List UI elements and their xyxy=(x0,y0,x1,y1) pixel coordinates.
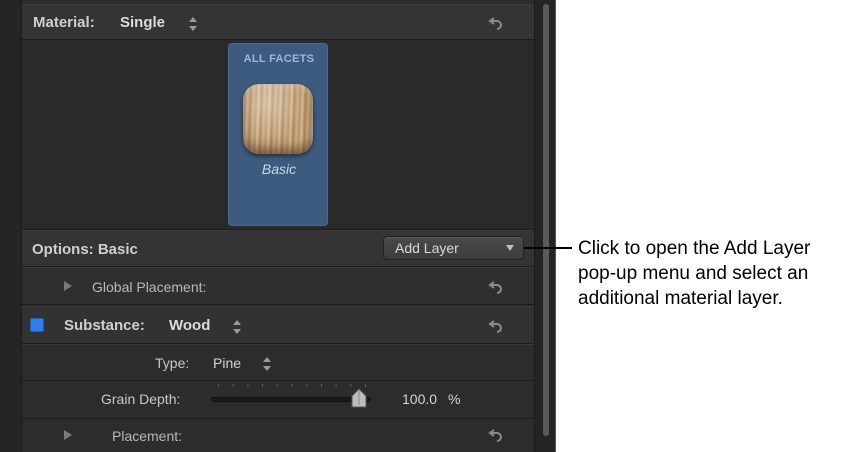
material-stepper-icon[interactable] xyxy=(188,16,198,32)
type-row: Type: Pine xyxy=(22,344,534,381)
slider-thumb[interactable] xyxy=(351,388,367,408)
popup-arrow-icon xyxy=(506,245,514,251)
substance-label: Substance: xyxy=(64,317,145,334)
add-layer-label: Add Layer xyxy=(395,240,459,256)
scrollbar-thumb[interactable] xyxy=(543,4,549,436)
slider-ticks xyxy=(218,384,366,387)
placement-row[interactable]: Placement: xyxy=(22,419,534,452)
substance-row: Substance: Wood xyxy=(22,306,534,344)
callout-line xyxy=(524,247,572,249)
type-popup[interactable]: Pine xyxy=(213,355,241,371)
disclosure-triangle-icon[interactable] xyxy=(64,430,72,440)
scrollbar[interactable] xyxy=(541,0,551,440)
callout-text: Click to open the Add Layer pop-up menu … xyxy=(578,238,811,309)
global-placement-row[interactable]: Global Placement: xyxy=(22,267,534,305)
reset-icon[interactable] xyxy=(488,280,504,294)
global-placement-label: Global Placement: xyxy=(92,279,207,295)
facet-material-name: Basic xyxy=(261,161,297,177)
options-label: Options: Basic xyxy=(32,241,138,258)
add-layer-popup[interactable]: Add Layer xyxy=(383,236,524,260)
material-row: Material: Single xyxy=(22,4,534,40)
reset-icon[interactable] xyxy=(488,319,504,333)
type-stepper-icon[interactable] xyxy=(262,356,272,372)
grain-depth-slider[interactable] xyxy=(211,397,371,402)
inspector-panel: Material: Single ALL FACETS Basic Option… xyxy=(0,0,556,452)
material-popup[interactable]: Single xyxy=(120,14,165,31)
reset-icon[interactable] xyxy=(488,16,504,30)
grain-depth-label: Grain Depth: xyxy=(101,391,181,407)
reset-icon[interactable] xyxy=(488,428,504,442)
substance-popup[interactable]: Wood xyxy=(169,317,210,334)
type-label: Type: xyxy=(155,355,190,371)
material-label: Material: xyxy=(33,14,95,31)
wood-material-swatch[interactable] xyxy=(243,84,313,154)
substance-enable-checkbox[interactable] xyxy=(30,318,44,332)
substance-stepper-icon[interactable] xyxy=(232,319,242,335)
facet-card-all-facets[interactable]: ALL FACETS Basic xyxy=(228,43,328,226)
facet-title: ALL FACETS xyxy=(243,53,315,65)
placement-label: Placement: xyxy=(112,428,183,444)
grain-depth-unit: % xyxy=(448,391,461,407)
grain-depth-value[interactable]: 100.0 xyxy=(402,391,437,407)
disclosure-triangle-icon[interactable] xyxy=(64,281,72,291)
